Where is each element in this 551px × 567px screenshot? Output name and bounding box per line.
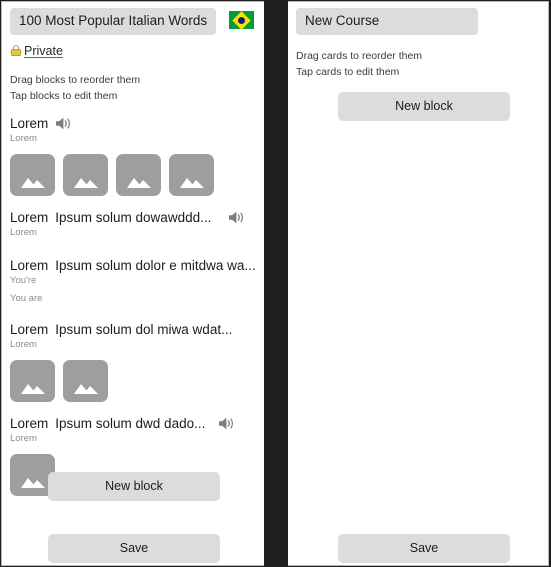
blocks-list: Lorem Lorem Lorem Ipsum solum dowawddd..…	[10, 116, 256, 496]
course-title-input[interactable]: 100 Most Popular Italian Words	[10, 8, 217, 35]
panel-divider	[264, 0, 288, 567]
image-placeholder-icon[interactable]	[116, 153, 161, 196]
block-item[interactable]: Lorem Ipsum solum dolor e mitdwa wa... Y…	[10, 258, 256, 306]
hint-tap-blocks: Tap blocks to edit them	[10, 89, 118, 102]
image-placeholder-icon[interactable]	[10, 359, 55, 402]
right-course-editor-panel: New Course Drag cards to reorder them Ta…	[288, 1, 549, 566]
left-course-editor-panel: 100 Most Popular Italian Words Private D…	[1, 1, 264, 566]
block-subtitle: Lorem	[10, 338, 37, 350]
block-header: Lorem Ipsum solum dolor e mitdwa wa...	[10, 258, 256, 273]
block-header: Lorem Ipsum solum dol miwa wdat...	[10, 322, 256, 337]
block-phrase: Ipsum solum dwd dado...	[55, 415, 206, 431]
block-header: Lorem	[10, 116, 256, 131]
block-subtitle: Lorem	[10, 132, 37, 144]
flag-globe	[238, 16, 245, 24]
image-placeholder-icon[interactable]	[169, 153, 214, 196]
block-subtitle: You're	[10, 274, 37, 286]
block-subtitle: You are	[10, 292, 43, 304]
block-item[interactable]: Lorem Lorem	[10, 116, 256, 196]
brazil-flag-icon[interactable]	[229, 10, 254, 30]
block-item[interactable]: Lorem Ipsum solum dol miwa wdat... Lorem	[10, 322, 256, 402]
left-hints: Drag blocks to reorder them Tap blocks t…	[10, 72, 256, 104]
block-word: Lorem	[10, 209, 49, 225]
left-title-row: 100 Most Popular Italian Words	[10, 8, 256, 35]
block-subtitle: Lorem	[10, 432, 37, 444]
block-item[interactable]: Lorem Ipsum solum dowawddd... Lorem	[10, 210, 256, 240]
image-placeholder-icon[interactable]	[10, 153, 55, 196]
block-thumbnails	[10, 359, 256, 402]
hint-drag-blocks: Drag blocks to reorder them	[10, 73, 141, 86]
save-button-right[interactable]: Save	[338, 534, 510, 563]
block-thumbnails	[10, 153, 256, 196]
block-word: Lorem	[10, 257, 49, 273]
speaker-icon[interactable]	[228, 210, 246, 225]
block-subtitle: Lorem	[10, 226, 37, 238]
speaker-icon[interactable]	[55, 116, 73, 131]
new-course-title-input[interactable]: New Course	[296, 8, 478, 35]
new-block-button-right[interactable]: New block	[338, 92, 510, 121]
block-phrase: Ipsum solum dol miwa wdat...	[55, 321, 233, 337]
block-word: Lorem	[10, 321, 49, 337]
block-phrase: Ipsum solum dolor e mitdwa wa...	[55, 257, 256, 273]
app-window: 100 Most Popular Italian Words Private D…	[0, 0, 551, 567]
block-header: Lorem Ipsum solum dowawddd...	[10, 210, 256, 225]
lock-icon	[10, 44, 21, 57]
visibility-private-link[interactable]: Private	[10, 44, 63, 58]
block-phrase: Ipsum solum dowawddd...	[55, 209, 212, 225]
right-hints: Drag cards to reorder them Tap cards to …	[296, 48, 540, 80]
save-button-left[interactable]: Save	[48, 534, 220, 563]
hint-tap-cards: Tap cards to edit them	[296, 65, 400, 78]
block-word: Lorem	[10, 115, 49, 131]
new-block-button-left[interactable]: New block	[48, 472, 220, 501]
block-header: Lorem Ipsum solum dwd dado...	[10, 416, 256, 431]
visibility-label: Private	[24, 43, 63, 58]
image-placeholder-icon[interactable]	[63, 359, 108, 402]
speaker-icon[interactable]	[218, 416, 236, 431]
block-word: Lorem	[10, 415, 49, 431]
hint-drag-cards: Drag cards to reorder them	[296, 49, 423, 62]
image-placeholder-icon[interactable]	[63, 153, 108, 196]
